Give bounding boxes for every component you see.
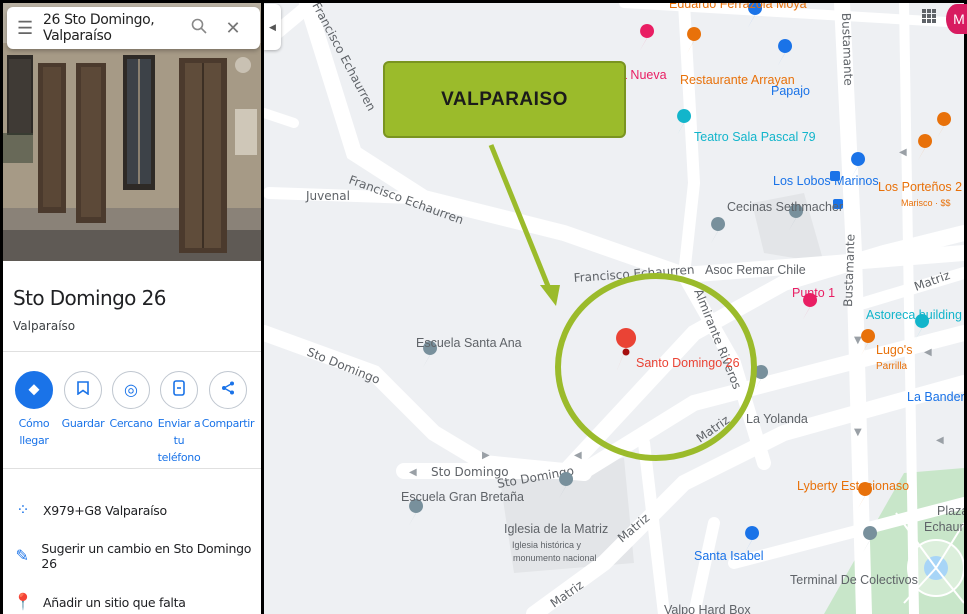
plus-code-row[interactable]: ⁘ X979+G8 Valparaíso bbox=[3, 495, 261, 525]
directions-icon: ⬥ bbox=[28, 381, 40, 398]
poi-label-escuela-gran-bretana[interactable]: Escuela Gran Bretaña bbox=[401, 490, 524, 504]
poi-label-punto1[interactable]: Punto 1 bbox=[792, 286, 835, 300]
search-input[interactable]: 26 Sto Domingo, Valparaíso bbox=[43, 12, 182, 44]
street-label-juvenal: Juvenal bbox=[305, 189, 350, 203]
apps-grid-icon[interactable] bbox=[922, 9, 936, 23]
poi-label-eduardo[interactable]: Eduardo Ferrazola Moya bbox=[669, 3, 807, 11]
poi-label-valpo-hard-box[interactable]: Valpo Hard Box bbox=[664, 603, 751, 614]
poi-label-nueva[interactable]: a Nueva bbox=[620, 68, 667, 82]
callout-text: VALPARAISO bbox=[441, 88, 568, 110]
place-panel: ☰ 26 Sto Domingo, Valparaíso ✕ Sto Domin… bbox=[3, 3, 261, 614]
action-buttons: ⬥ Cómo llegar Guardar ◎ Cercano Enviar a… bbox=[3, 371, 261, 464]
close-icon[interactable]: ✕ bbox=[216, 18, 250, 39]
poi-label-terminal[interactable]: Terminal De Colectivos bbox=[790, 573, 918, 587]
collapse-panel-button[interactable]: ◀ bbox=[264, 4, 281, 50]
poi-label-portenos-sub: Marisco · $$ bbox=[901, 198, 951, 208]
search-icon[interactable] bbox=[182, 18, 216, 39]
svg-text:◀: ◀ bbox=[899, 147, 907, 158]
street-label-bustamante-mid: Bustamante bbox=[841, 234, 858, 307]
poi-label-lugos[interactable]: Lugo's bbox=[876, 343, 912, 357]
svg-text:◀: ◀ bbox=[574, 450, 582, 461]
send-to-phone-label-line2: teléfono bbox=[157, 451, 201, 464]
suggest-edit-row[interactable]: ✎ Sugerir un cambio en Sto Domingo 26 bbox=[3, 541, 261, 571]
poi-label-teatro[interactable]: Teatro Sala Pascal 79 bbox=[694, 130, 816, 144]
poi-label-portenos[interactable]: Los Porteños 2 bbox=[878, 180, 962, 194]
annotation-callout: VALPARAISO bbox=[383, 61, 626, 138]
divider bbox=[3, 351, 261, 352]
poi-label-santo-domingo-26[interactable]: Santo Domingo 26 bbox=[636, 356, 740, 370]
directions-button[interactable]: ⬥ Cómo llegar bbox=[7, 371, 61, 449]
add-place-row[interactable]: 📍 Añadir un sitio que falta bbox=[3, 587, 261, 614]
svg-text:▼: ▼ bbox=[854, 335, 862, 346]
save-button[interactable]: Guardar bbox=[56, 371, 110, 432]
plus-code-icon: ⁘ bbox=[16, 502, 30, 519]
share-label: Compartir bbox=[201, 417, 255, 430]
menu-icon[interactable]: ☰ bbox=[17, 18, 43, 39]
poi-label-cecinas[interactable]: Cecinas Sethmacher bbox=[727, 200, 843, 214]
place-title: Sto Domingo 26 bbox=[13, 286, 166, 310]
send-to-phone-icon bbox=[173, 379, 185, 401]
suggest-edit-text: Sugerir un cambio en Sto Domingo 26 bbox=[41, 541, 252, 571]
add-location-icon: 📍 bbox=[13, 594, 33, 611]
poi-label-plaza[interactable]: Plaza bbox=[937, 504, 964, 518]
poi-label-iglesia-sub1: Iglesia histórica y bbox=[512, 540, 582, 550]
send-to-phone-button[interactable]: Enviar a tu teléfono bbox=[152, 371, 206, 466]
pencil-icon: ✎ bbox=[15, 548, 29, 565]
poi-label-santa-isabel[interactable]: Santa Isabel bbox=[694, 549, 764, 563]
save-label: Guardar bbox=[61, 417, 105, 430]
send-to-phone-label-line1: Enviar a tu bbox=[157, 417, 201, 447]
svg-text:▼: ▼ bbox=[854, 427, 862, 438]
nearby-label: Cercano bbox=[109, 417, 153, 430]
poi-label-bandera[interactable]: La Bandera A bbox=[907, 390, 964, 404]
chevron-left-icon: ◀ bbox=[269, 21, 276, 32]
street-label-bustamante-top: Bustamante bbox=[839, 13, 856, 86]
place-subtitle: Valparaíso bbox=[13, 319, 76, 333]
poi-label-iglesia[interactable]: Iglesia de la Matriz bbox=[504, 522, 608, 536]
poi-label-iglesia-sub2: monumento nacional bbox=[513, 553, 597, 563]
poi-label-papajo[interactable]: Papajo bbox=[771, 84, 810, 98]
search-box[interactable]: ☰ 26 Sto Domingo, Valparaíso ✕ bbox=[7, 7, 260, 49]
svg-text:◀: ◀ bbox=[924, 347, 932, 358]
poi-label-escuela-santa-ana[interactable]: Escuela Santa Ana bbox=[416, 336, 522, 350]
add-place-text: Añadir un sitio que falta bbox=[43, 594, 186, 610]
poi-label-lugos-sub: Parrilla bbox=[876, 361, 908, 372]
svg-text:◀: ◀ bbox=[409, 467, 417, 478]
svg-text:◀: ◀ bbox=[936, 435, 944, 446]
bookmark-icon bbox=[77, 380, 89, 400]
poi-label-lobos[interactable]: Los Lobos Marinos bbox=[773, 174, 879, 188]
poi-label-la-yolanda[interactable]: La Yolanda bbox=[746, 412, 808, 426]
divider bbox=[3, 468, 261, 469]
poi-label-liberty[interactable]: Lyberty Estacionaso bbox=[797, 479, 909, 493]
poi-label-astoreca[interactable]: Astoreca building bbox=[866, 308, 962, 322]
poi-label-plaza-echaurren[interactable]: Echaurre bbox=[924, 520, 964, 534]
poi-label-asoc[interactable]: Asoc Remar Chile bbox=[705, 263, 806, 277]
share-button[interactable]: Compartir bbox=[201, 371, 255, 432]
screenshot-frame: ◀ ▶ ◀ ▼ ▼ ◀ ◀ ◀ Francisco Echaurren Fran… bbox=[0, 0, 967, 614]
nearby-icon: ◎ bbox=[124, 382, 138, 399]
directions-label: Cómo llegar bbox=[18, 417, 50, 447]
svg-text:▶: ▶ bbox=[482, 450, 490, 461]
nearby-button[interactable]: ◎ Cercano bbox=[104, 371, 158, 432]
plus-code-text: X979+G8 Valparaíso bbox=[43, 502, 167, 518]
account-avatar[interactable]: M bbox=[946, 4, 967, 34]
share-icon bbox=[221, 381, 235, 400]
